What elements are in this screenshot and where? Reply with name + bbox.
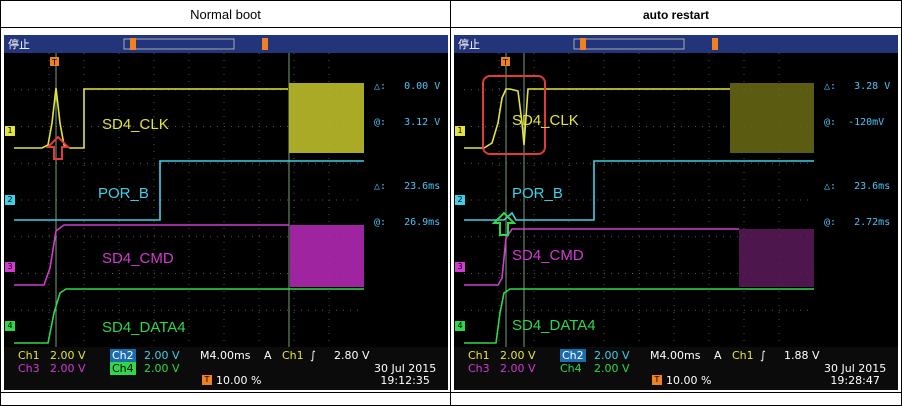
- scope-top-bar: 停止: [4, 35, 448, 53]
- header-auto-restart: auto restart: [642, 8, 710, 22]
- ch2-por-b-trace: [14, 160, 364, 221]
- label-sd4-cmd: SD4_CMD: [512, 247, 584, 264]
- ch4-marker: 4: [455, 321, 465, 331]
- oscilloscope-screen-normal-boot: 停止 T △: 0.00 V @: 3.12 V △: 23.6ms @: 26…: [4, 35, 448, 390]
- ch4-marker: 4: [5, 321, 15, 331]
- scope-status-bar: Ch1 2.00 V Ch2 2.00 V M4.00ms A Ch1 ∫ 2.…: [4, 347, 448, 390]
- scope-top-bar: 停止: [454, 35, 898, 53]
- svg-text:T: T: [502, 58, 508, 67]
- scope-status-bar: Ch1 2.00 V Ch2 2.00 V M4.00ms A Ch1 ∫ 1.…: [454, 347, 898, 390]
- measurement-readout: △: 3.28 V @: -120mV △: 23.6ms @: 2.72ms: [824, 57, 890, 253]
- table-border-left: [0, 0, 1, 406]
- table-header-divider: [0, 27, 902, 28]
- meas-delta-v: △: 3.28 V: [824, 81, 891, 92]
- ch1-marker: 1: [455, 126, 465, 136]
- ch4-data4-trace: [464, 288, 814, 344]
- label-sd4-clk: SD4_CLK: [512, 112, 579, 129]
- ch1-marker: 1: [5, 126, 15, 136]
- document-sheet: Normal boot auto restart 停止 T △: 0.00 V …: [0, 0, 902, 406]
- meas-at-t: @: 26.9ms: [374, 217, 441, 228]
- ch2-marker: 2: [5, 195, 15, 205]
- label-por-b: POR_B: [98, 185, 149, 202]
- measurement-readout: △: 0.00 V @: 3.12 V △: 23.6ms @: 26.9ms: [374, 57, 440, 253]
- header-normal-boot: Normal boot: [190, 7, 261, 22]
- label-sd4-cmd: SD4_CMD: [102, 250, 174, 267]
- red-arrow-icon: [46, 135, 70, 160]
- label-sd4-data4: SD4_DATA4: [102, 319, 186, 336]
- svg-text:T: T: [51, 58, 57, 67]
- meas-at-v: @: 3.12 V: [374, 117, 441, 128]
- green-arrow-icon: [492, 211, 516, 236]
- table-column-divider: [450, 0, 451, 406]
- ch3-marker: 3: [455, 262, 465, 272]
- table-border-top: [0, 0, 902, 1]
- oscilloscope-screen-auto-restart: 停止 T △: 3.28 V @: -120mV △: 23.6ms @: 2.…: [454, 35, 898, 390]
- meas-delta-v: △: 0.00 V: [374, 81, 441, 92]
- ch3-cmd-trace: [464, 228, 739, 286]
- meas-delta-t: △: 23.6ms: [824, 181, 891, 192]
- ch4-data4-trace: [14, 288, 364, 344]
- label-sd4-data4: SD4_DATA4: [512, 317, 596, 334]
- label-por-b: POR_B: [512, 185, 563, 202]
- ch2-marker: 2: [455, 195, 465, 205]
- meas-at-v: @: -120mV: [824, 117, 885, 128]
- meas-at-t: @: 2.72ms: [824, 217, 891, 228]
- table-row-divider: [0, 392, 902, 393]
- label-sd4-clk: SD4_CLK: [102, 116, 169, 133]
- timestamp: 30 Jul 2015 19:12:35: [374, 362, 437, 387]
- timestamp: 30 Jul 2015 19:28:47: [824, 362, 887, 387]
- ch3-marker: 3: [5, 262, 15, 272]
- meas-delta-t: △: 23.6ms: [374, 181, 441, 192]
